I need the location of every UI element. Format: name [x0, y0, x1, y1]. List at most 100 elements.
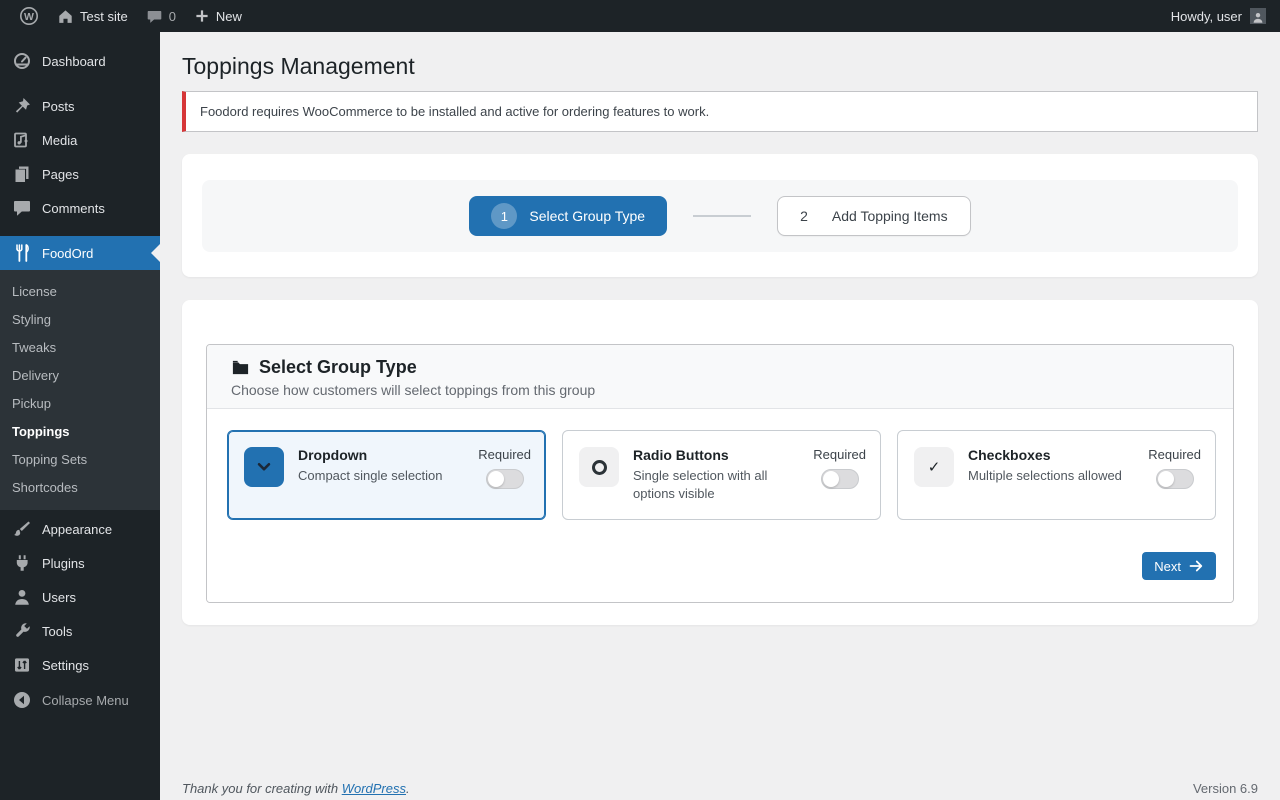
option-name: Checkboxes [968, 447, 1122, 463]
sidebar-item-label: Posts [42, 99, 75, 114]
submenu-item-tweaks[interactable]: Tweaks [0, 333, 160, 361]
panel-subtitle: Choose how customers will select topping… [231, 382, 1209, 398]
required-toggle-radio[interactable] [821, 469, 859, 489]
panel-body: Dropdown Compact single selection Requir… [207, 409, 1233, 602]
sidebar-item-label: Dashboard [42, 54, 106, 69]
wrench-icon [12, 621, 32, 641]
chevron-down-icon [244, 447, 284, 487]
submenu-item-delivery[interactable]: Delivery [0, 361, 160, 389]
option-description: Multiple selections allowed [968, 467, 1122, 485]
comments-count: 0 [169, 9, 176, 24]
howdy-user-menu[interactable]: Howdy, user [1162, 0, 1266, 32]
sidebar-item-media[interactable]: Media [0, 123, 160, 157]
site-name-label: Test site [80, 9, 128, 24]
main-content: Toppings Management Foodord requires Woo… [160, 32, 1280, 800]
sidebar-item-label: Settings [42, 658, 89, 673]
option-name: Radio Buttons [633, 447, 783, 463]
option-radio-buttons[interactable]: Radio Buttons Single selection with all … [562, 430, 881, 520]
submenu-item-styling[interactable]: Styling [0, 305, 160, 333]
sidebar-item-comments[interactable]: Comments [0, 191, 160, 225]
submenu-item-license[interactable]: License [0, 277, 160, 305]
collapse-menu-label: Collapse Menu [42, 693, 129, 708]
option-description: Compact single selection [298, 467, 443, 485]
step-2-add-topping-items[interactable]: 2 Add Topping Items [777, 196, 971, 236]
required-toggle-dropdown[interactable] [486, 469, 524, 489]
next-button[interactable]: Next [1142, 552, 1216, 580]
required-label: Required [1148, 447, 1201, 462]
foodord-submenu: License Styling Tweaks Delivery Pickup T… [0, 270, 160, 510]
plug-icon [12, 553, 32, 573]
panel-header: Select Group Type Choose how customers w… [207, 345, 1233, 409]
sidebar-item-dashboard[interactable]: Dashboard [0, 44, 160, 78]
sidebar-item-foodord[interactable]: FoodOrd [0, 236, 160, 270]
settings-sliders-icon [12, 655, 32, 675]
option-dropdown[interactable]: Dropdown Compact single selection Requir… [227, 430, 546, 520]
radio-button-icon [579, 447, 619, 487]
wordpress-link[interactable]: WordPress [342, 781, 406, 796]
sidebar-item-label: Comments [42, 201, 105, 216]
site-name-link[interactable]: Test site [48, 0, 137, 32]
option-checkboxes[interactable]: ✓ Checkboxes Multiple selections allowed… [897, 430, 1216, 520]
new-content-menu[interactable]: New [185, 0, 251, 32]
group-type-options: Dropdown Compact single selection Requir… [227, 430, 1216, 520]
step-1-select-group-type[interactable]: 1 Select Group Type [469, 196, 667, 236]
sidebar-item-tools[interactable]: Tools [0, 614, 160, 648]
arrow-right-icon [1188, 558, 1204, 574]
wordpress-logo-icon: W [19, 6, 39, 26]
media-icon [12, 130, 32, 150]
sidebar-item-label: Media [42, 133, 77, 148]
required-toggle-checkboxes[interactable] [1156, 469, 1194, 489]
sidebar-item-label: Plugins [42, 556, 85, 571]
home-icon [57, 8, 74, 25]
sidebar-item-label: Tools [42, 624, 72, 639]
step-2-label: Add Topping Items [832, 208, 948, 224]
sidebar-item-label: Appearance [42, 522, 112, 537]
menu-separator [0, 225, 160, 236]
sidebar-item-plugins[interactable]: Plugins [0, 546, 160, 580]
collapse-menu-button[interactable]: Collapse Menu [0, 683, 160, 717]
option-name: Dropdown [298, 447, 443, 463]
user-icon [12, 587, 32, 607]
sidebar-item-pages[interactable]: Pages [0, 157, 160, 191]
select-group-type-panel: Select Group Type Choose how customers w… [206, 344, 1234, 603]
woocommerce-notice: Foodord requires WooCommerce to be insta… [182, 91, 1258, 132]
stepper-panel: 1 Select Group Type 2 Add Topping Items [202, 180, 1238, 252]
page-title: Toppings Management [182, 52, 1258, 81]
sidebar-item-appearance[interactable]: Appearance [0, 512, 160, 546]
dashboard-icon [12, 51, 32, 71]
notice-text: Foodord requires WooCommerce to be insta… [200, 104, 709, 119]
option-description: Single selection with all options visibl… [633, 467, 783, 503]
step-connector [693, 215, 751, 217]
submenu-item-shortcodes[interactable]: Shortcodes [0, 473, 160, 501]
submenu-item-topping-sets[interactable]: Topping Sets [0, 445, 160, 473]
comments-icon [12, 198, 32, 218]
sidebar-item-posts[interactable]: Posts [0, 89, 160, 123]
fork-knife-icon [12, 243, 32, 263]
required-label: Required [478, 447, 531, 462]
comments-admin-bar-link[interactable]: 0 [137, 0, 185, 32]
user-avatar [1250, 8, 1266, 24]
step-1-number: 1 [491, 203, 517, 229]
sidebar-item-label: Pages [42, 167, 79, 182]
folder-icon [231, 358, 250, 377]
toggle-knob [1158, 471, 1174, 487]
comment-bubble-icon [146, 8, 163, 25]
submenu-item-pickup[interactable]: Pickup [0, 389, 160, 417]
admin-footer: Thank you for creating with WordPress. V… [182, 781, 1258, 796]
wordpress-logo-menu[interactable]: W [10, 0, 48, 32]
admin-bar: W Test site 0 New Howdy, user [0, 0, 1280, 32]
sidebar-item-users[interactable]: Users [0, 580, 160, 614]
panel-title: Select Group Type [259, 357, 417, 378]
step-2-number: 2 [800, 208, 808, 224]
howdy-label: Howdy, user [1171, 9, 1242, 24]
collapse-arrow-icon [12, 690, 32, 710]
pages-icon [12, 164, 32, 184]
stepper-card: 1 Select Group Type 2 Add Topping Items [182, 154, 1258, 277]
toggle-knob [488, 471, 504, 487]
pushpin-icon [12, 96, 32, 116]
menu-separator [0, 78, 160, 89]
next-button-label: Next [1154, 559, 1181, 574]
step-1-label: Select Group Type [529, 208, 645, 224]
submenu-item-toppings[interactable]: Toppings [0, 417, 160, 445]
sidebar-item-settings[interactable]: Settings [0, 648, 160, 682]
